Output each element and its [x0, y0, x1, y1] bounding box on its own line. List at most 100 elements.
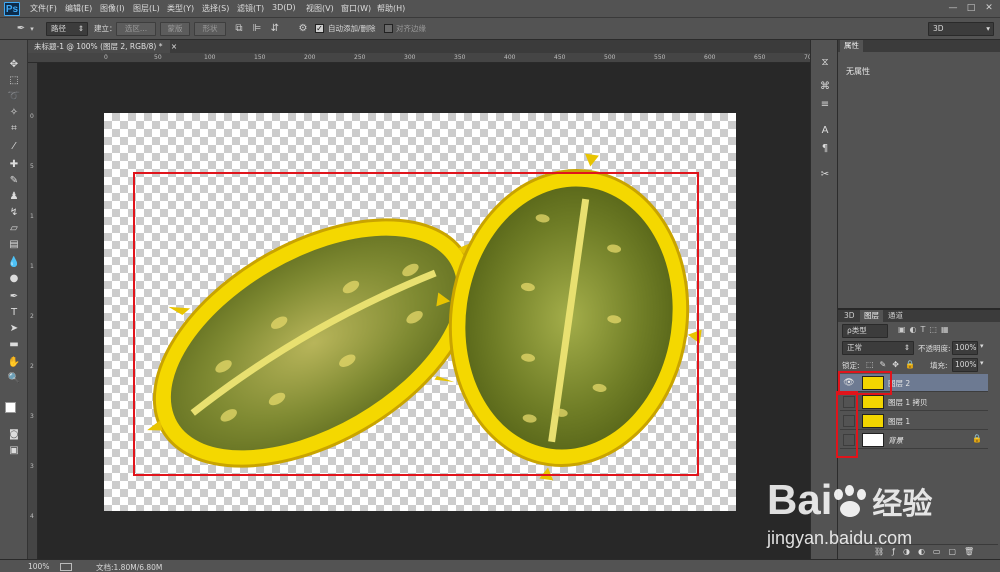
workspace-select[interactable]: 3D ▾ — [928, 22, 994, 36]
dodge-tool-icon[interactable]: ● — [6, 272, 22, 286]
mask-button[interactable]: 蒙版 — [160, 22, 190, 36]
menu-3d[interactable]: 3D(D) — [272, 3, 296, 12]
menu-select[interactable]: 选择(S) — [202, 3, 229, 14]
ruler-tick-label: 2 — [30, 363, 34, 370]
close-tab-icon[interactable]: × — [171, 42, 177, 51]
path-alignment-icon[interactable]: ⊫ — [250, 22, 264, 36]
hand-tool-icon[interactable]: ✋ — [6, 356, 22, 370]
ruler-tick-label: 3 — [30, 413, 34, 420]
menu-file[interactable]: 文件(F) — [30, 3, 57, 14]
type-tool-icon[interactable]: T — [6, 306, 22, 320]
quick-select-tool-icon[interactable]: ✧ — [6, 106, 22, 120]
menu-window[interactable]: 窗口(W) — [341, 3, 371, 14]
layer-filter-icons[interactable]: ▣◐T⬚▦ — [898, 325, 953, 334]
layer-filter-select[interactable]: ρ类型 — [842, 324, 888, 338]
fill-input[interactable]: 100% — [952, 358, 978, 372]
watermark-url: jingyan.baidu.com — [767, 528, 913, 548]
character-panel-icon[interactable]: A — [817, 124, 833, 138]
selection-button[interactable]: 选区... — [116, 22, 156, 36]
gradient-tool-icon[interactable]: ▤ — [6, 238, 22, 252]
lock-options-icons[interactable]: ⬚✎✥🔒 — [866, 360, 921, 369]
blend-mode-select[interactable]: 正常 ⇕ — [842, 341, 914, 355]
tab-channels[interactable]: 通道 — [884, 310, 907, 322]
ruler-tick-label: 3 — [30, 463, 34, 470]
chevron-down-icon[interactable]: ▾ — [980, 359, 984, 367]
chevron-down-icon: ⇕ — [903, 343, 910, 352]
menu-layer[interactable]: 图层(L) — [133, 3, 160, 14]
properties-tabbar: 属性 — [838, 40, 1000, 52]
tab-3d[interactable]: 3D — [840, 310, 859, 322]
foreground-color-swatch[interactable] — [5, 402, 16, 413]
ruler-tick-label: 1 — [30, 213, 34, 220]
marquee-tool-icon[interactable]: ⬚ — [6, 74, 22, 88]
path-operations-icon[interactable]: ⧉ — [232, 22, 246, 36]
baidu-jingyan-watermark: Bai 经验 jingyan.baidu.com — [765, 462, 995, 562]
tools-panel: ✥ ⬚ ➰ ✧ ⌗ ⁄ ✚ ✎ ♟ ↯ ▱ ▤ 💧 ● ✒ T ➤ ▬ ✋ 🔍 … — [0, 40, 28, 560]
path-arrangement-icon[interactable]: ⇵ — [268, 22, 282, 36]
layer-name: 图层 1 拷贝 — [888, 398, 928, 407]
opacity-input[interactable]: 100% — [952, 341, 978, 355]
chevron-down-icon[interactable]: ▾ — [28, 22, 36, 36]
menu-image[interactable]: 图像(I) — [100, 3, 125, 14]
eraser-tool-icon[interactable]: ▱ — [6, 222, 22, 236]
quick-mask-icon[interactable]: ◙ — [6, 428, 22, 442]
zoom-tool-icon[interactable]: 🔍 — [6, 372, 22, 386]
tab-layers[interactable]: 图层 — [860, 310, 883, 322]
layer-thumbnail — [862, 414, 884, 428]
blur-tool-icon[interactable]: 💧 — [6, 256, 22, 270]
pen-tool-preset-icon[interactable]: ✒ — [14, 22, 28, 36]
clone-stamp-tool-icon[interactable]: ♟ — [6, 190, 22, 204]
shape-button[interactable]: 形状 — [194, 22, 226, 36]
brush-tool-icon[interactable]: ✎ — [6, 174, 22, 188]
history-panel-icon[interactable]: ⧖ — [817, 56, 833, 70]
ruler-tick-label: 300 — [404, 54, 416, 61]
pen-tool-icon[interactable]: ✒ — [6, 290, 22, 304]
history-brush-tool-icon[interactable]: ↯ — [6, 206, 22, 220]
menu-view[interactable]: 视图(V) — [306, 3, 334, 14]
align-edges-checkbox[interactable] — [384, 24, 393, 33]
layer-row-layer-1-copy[interactable]: 图层 1 拷贝 — [840, 393, 988, 411]
menu-bar: Ps 文件(F) 编辑(E) 图像(I) 图层(L) 类型(Y) 选择(S) 滤… — [0, 0, 1000, 18]
watermark-brand-tail: 经验 — [872, 488, 933, 521]
adjust-panel-icon[interactable]: ≡ — [817, 98, 833, 112]
minimize-button[interactable]: — — [946, 2, 960, 14]
menu-edit[interactable]: 编辑(E) — [65, 3, 92, 14]
chevron-down-icon: ⇕ — [77, 24, 84, 33]
watermark-brand: Bai — [767, 476, 833, 523]
layer-name: 背景 — [888, 436, 903, 445]
path-select-tool-icon[interactable]: ➤ — [6, 322, 22, 336]
layer-row-background[interactable]: 背景 🔒 — [840, 431, 988, 449]
auto-add-delete-checkbox[interactable]: ✓ — [315, 24, 324, 33]
layer-row-layer-1[interactable]: 图层 1 — [840, 412, 988, 430]
ruler-tick-label: 2 — [30, 313, 34, 320]
lasso-tool-icon[interactable]: ➰ — [6, 90, 22, 104]
eyedropper-tool-icon[interactable]: ⁄ — [6, 140, 22, 154]
ruler-tick-label: 500 — [604, 54, 616, 61]
close-window-button[interactable]: ✕ — [982, 2, 996, 14]
ruler-tick-label: 250 — [354, 54, 366, 61]
chevron-down-icon[interactable]: ▾ — [980, 342, 984, 350]
healing-brush-tool-icon[interactable]: ✚ — [6, 158, 22, 172]
document-tab[interactable]: 未标题-1 @ 100% (图层 2, RGB/8) * × — [28, 40, 177, 53]
menu-type[interactable]: 类型(Y) — [167, 3, 194, 14]
auto-add-delete-label: 自动添加/删除 — [328, 24, 376, 33]
maximize-button[interactable]: □ — [964, 2, 978, 14]
gear-icon[interactable]: ⚙ — [296, 22, 310, 36]
tool-presets-icon[interactable]: ✂ — [817, 168, 833, 182]
rectangle-tool-icon[interactable]: ▬ — [6, 338, 22, 352]
blend-mode-value: 正常 — [847, 343, 862, 352]
move-tool-icon[interactable]: ✥ — [6, 58, 22, 72]
layer-name: 图层 1 — [888, 417, 911, 426]
menu-filter[interactable]: 滤镜(T) — [237, 3, 264, 14]
tab-properties[interactable]: 属性 — [840, 40, 863, 52]
ruler-tick-label: 50 — [154, 54, 162, 61]
status-menu-icon[interactable] — [60, 563, 72, 571]
zoom-level[interactable]: 100% — [28, 562, 49, 571]
path-mode-select[interactable]: 路径 ⇕ — [46, 22, 88, 36]
menu-help[interactable]: 帮助(H) — [377, 3, 405, 14]
screen-mode-icon[interactable]: ▣ — [6, 444, 22, 458]
crop-tool-icon[interactable]: ⌗ — [6, 122, 22, 136]
document-tab-title: 未标题-1 @ 100% (图层 2, RGB/8) * — [34, 42, 163, 51]
paragraph-panel-icon[interactable]: ¶ — [817, 142, 833, 156]
brush-panel-icon[interactable]: ⌘ — [817, 80, 833, 94]
